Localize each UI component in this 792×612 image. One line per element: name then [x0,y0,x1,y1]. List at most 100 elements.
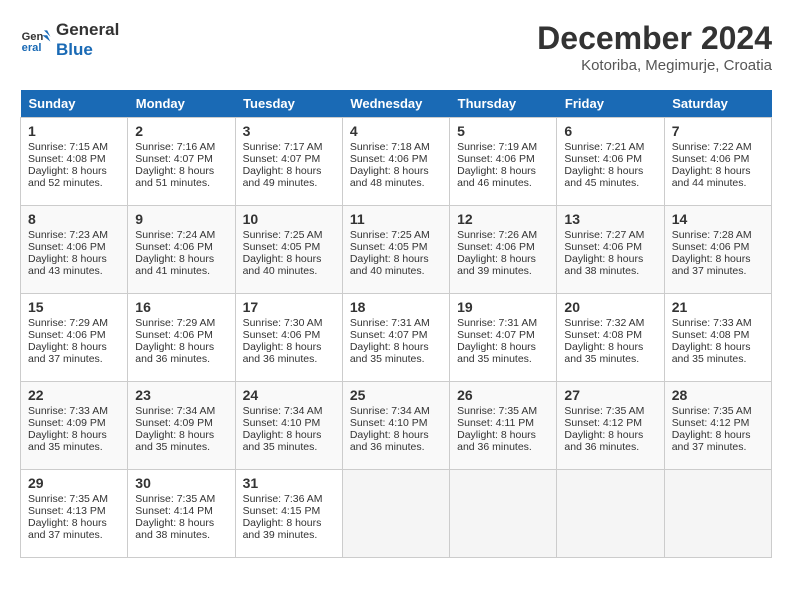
calendar-week-1: 1 Sunrise: 7:15 AM Sunset: 4:08 PM Dayli… [21,118,772,206]
daylight: Daylight: 8 hours and 35 minutes. [564,341,643,365]
col-header-wednesday: Wednesday [342,90,449,118]
day-number: 10 [243,211,335,227]
sunset: Sunset: 4:06 PM [243,329,321,341]
col-header-monday: Monday [128,90,235,118]
sunrise: Sunrise: 7:22 AM [672,141,752,153]
sunrise: Sunrise: 7:19 AM [457,141,537,153]
sunset: Sunset: 4:06 PM [135,329,213,341]
calendar-cell: 19 Sunrise: 7:31 AM Sunset: 4:07 PM Dayl… [450,294,557,382]
sunrise: Sunrise: 7:25 AM [243,229,323,241]
daylight: Daylight: 8 hours and 37 minutes. [28,517,107,541]
calendar-cell: 17 Sunrise: 7:30 AM Sunset: 4:06 PM Dayl… [235,294,342,382]
sunrise: Sunrise: 7:27 AM [564,229,644,241]
calendar-cell: 1 Sunrise: 7:15 AM Sunset: 4:08 PM Dayli… [21,118,128,206]
day-number: 9 [135,211,227,227]
day-number: 29 [28,475,120,491]
daylight: Daylight: 8 hours and 35 minutes. [28,429,107,453]
sunrise: Sunrise: 7:35 AM [135,493,215,505]
sunset: Sunset: 4:05 PM [350,241,428,253]
day-number: 4 [350,123,442,139]
sunset: Sunset: 4:06 PM [672,241,750,253]
sunset: Sunset: 4:07 PM [135,153,213,165]
sunrise: Sunrise: 7:15 AM [28,141,108,153]
col-header-saturday: Saturday [664,90,771,118]
sunset: Sunset: 4:06 PM [564,241,642,253]
sunset: Sunset: 4:07 PM [457,329,535,341]
sunrise: Sunrise: 7:29 AM [135,317,215,329]
day-number: 12 [457,211,549,227]
daylight: Daylight: 8 hours and 35 minutes. [243,429,322,453]
sunset: Sunset: 4:08 PM [672,329,750,341]
sunrise: Sunrise: 7:31 AM [350,317,430,329]
sunset: Sunset: 4:10 PM [243,417,321,429]
daylight: Daylight: 8 hours and 37 minutes. [28,341,107,365]
sunrise: Sunrise: 7:35 AM [28,493,108,505]
sunset: Sunset: 4:15 PM [243,505,321,517]
calendar-cell [557,470,664,558]
calendar-cell [664,470,771,558]
calendar-cell: 28 Sunrise: 7:35 AM Sunset: 4:12 PM Dayl… [664,382,771,470]
day-number: 2 [135,123,227,139]
sunrise: Sunrise: 7:26 AM [457,229,537,241]
sunset: Sunset: 4:09 PM [135,417,213,429]
day-number: 26 [457,387,549,403]
daylight: Daylight: 8 hours and 44 minutes. [672,165,751,189]
calendar-cell: 25 Sunrise: 7:34 AM Sunset: 4:10 PM Dayl… [342,382,449,470]
svg-text:Gen: Gen [22,31,44,43]
sunset: Sunset: 4:12 PM [672,417,750,429]
calendar-cell: 15 Sunrise: 7:29 AM Sunset: 4:06 PM Dayl… [21,294,128,382]
sunrise: Sunrise: 7:18 AM [350,141,430,153]
sunrise: Sunrise: 7:33 AM [672,317,752,329]
daylight: Daylight: 8 hours and 36 minutes. [350,429,429,453]
daylight: Daylight: 8 hours and 35 minutes. [457,341,536,365]
day-number: 19 [457,299,549,315]
calendar-cell: 11 Sunrise: 7:25 AM Sunset: 4:05 PM Dayl… [342,206,449,294]
logo-icon: Gen eral [20,24,52,56]
daylight: Daylight: 8 hours and 39 minutes. [243,517,322,541]
daylight: Daylight: 8 hours and 48 minutes. [350,165,429,189]
day-number: 6 [564,123,656,139]
calendar-cell: 29 Sunrise: 7:35 AM Sunset: 4:13 PM Dayl… [21,470,128,558]
day-number: 5 [457,123,549,139]
sunset: Sunset: 4:06 PM [457,241,535,253]
day-number: 11 [350,211,442,227]
day-number: 24 [243,387,335,403]
sunrise: Sunrise: 7:25 AM [350,229,430,241]
sunrise: Sunrise: 7:33 AM [28,405,108,417]
daylight: Daylight: 8 hours and 35 minutes. [135,429,214,453]
calendar-cell: 18 Sunrise: 7:31 AM Sunset: 4:07 PM Dayl… [342,294,449,382]
sunrise: Sunrise: 7:32 AM [564,317,644,329]
day-number: 1 [28,123,120,139]
day-number: 18 [350,299,442,315]
calendar-cell: 8 Sunrise: 7:23 AM Sunset: 4:06 PM Dayli… [21,206,128,294]
daylight: Daylight: 8 hours and 39 minutes. [457,253,536,277]
sunset: Sunset: 4:07 PM [243,153,321,165]
calendar-cell: 5 Sunrise: 7:19 AM Sunset: 4:06 PM Dayli… [450,118,557,206]
calendar-cell: 14 Sunrise: 7:28 AM Sunset: 4:06 PM Dayl… [664,206,771,294]
sunset: Sunset: 4:06 PM [28,329,106,341]
daylight: Daylight: 8 hours and 46 minutes. [457,165,536,189]
daylight: Daylight: 8 hours and 52 minutes. [28,165,107,189]
calendar-cell: 23 Sunrise: 7:34 AM Sunset: 4:09 PM Dayl… [128,382,235,470]
calendar-week-4: 22 Sunrise: 7:33 AM Sunset: 4:09 PM Dayl… [21,382,772,470]
sunset: Sunset: 4:08 PM [28,153,106,165]
sunrise: Sunrise: 7:31 AM [457,317,537,329]
sunset: Sunset: 4:08 PM [564,329,642,341]
month-title: December 2024 [537,20,772,57]
day-number: 16 [135,299,227,315]
calendar-cell: 6 Sunrise: 7:21 AM Sunset: 4:06 PM Dayli… [557,118,664,206]
day-number: 7 [672,123,764,139]
calendar-cell: 4 Sunrise: 7:18 AM Sunset: 4:06 PM Dayli… [342,118,449,206]
daylight: Daylight: 8 hours and 40 minutes. [243,253,322,277]
calendar-body: 1 Sunrise: 7:15 AM Sunset: 4:08 PM Dayli… [21,118,772,558]
calendar-cell: 2 Sunrise: 7:16 AM Sunset: 4:07 PM Dayli… [128,118,235,206]
calendar-cell: 21 Sunrise: 7:33 AM Sunset: 4:08 PM Dayl… [664,294,771,382]
calendar-week-3: 15 Sunrise: 7:29 AM Sunset: 4:06 PM Dayl… [21,294,772,382]
day-number: 22 [28,387,120,403]
calendar-cell: 3 Sunrise: 7:17 AM Sunset: 4:07 PM Dayli… [235,118,342,206]
sunrise: Sunrise: 7:30 AM [243,317,323,329]
sunset: Sunset: 4:05 PM [243,241,321,253]
col-header-friday: Friday [557,90,664,118]
calendar-cell: 13 Sunrise: 7:27 AM Sunset: 4:06 PM Dayl… [557,206,664,294]
day-number: 23 [135,387,227,403]
